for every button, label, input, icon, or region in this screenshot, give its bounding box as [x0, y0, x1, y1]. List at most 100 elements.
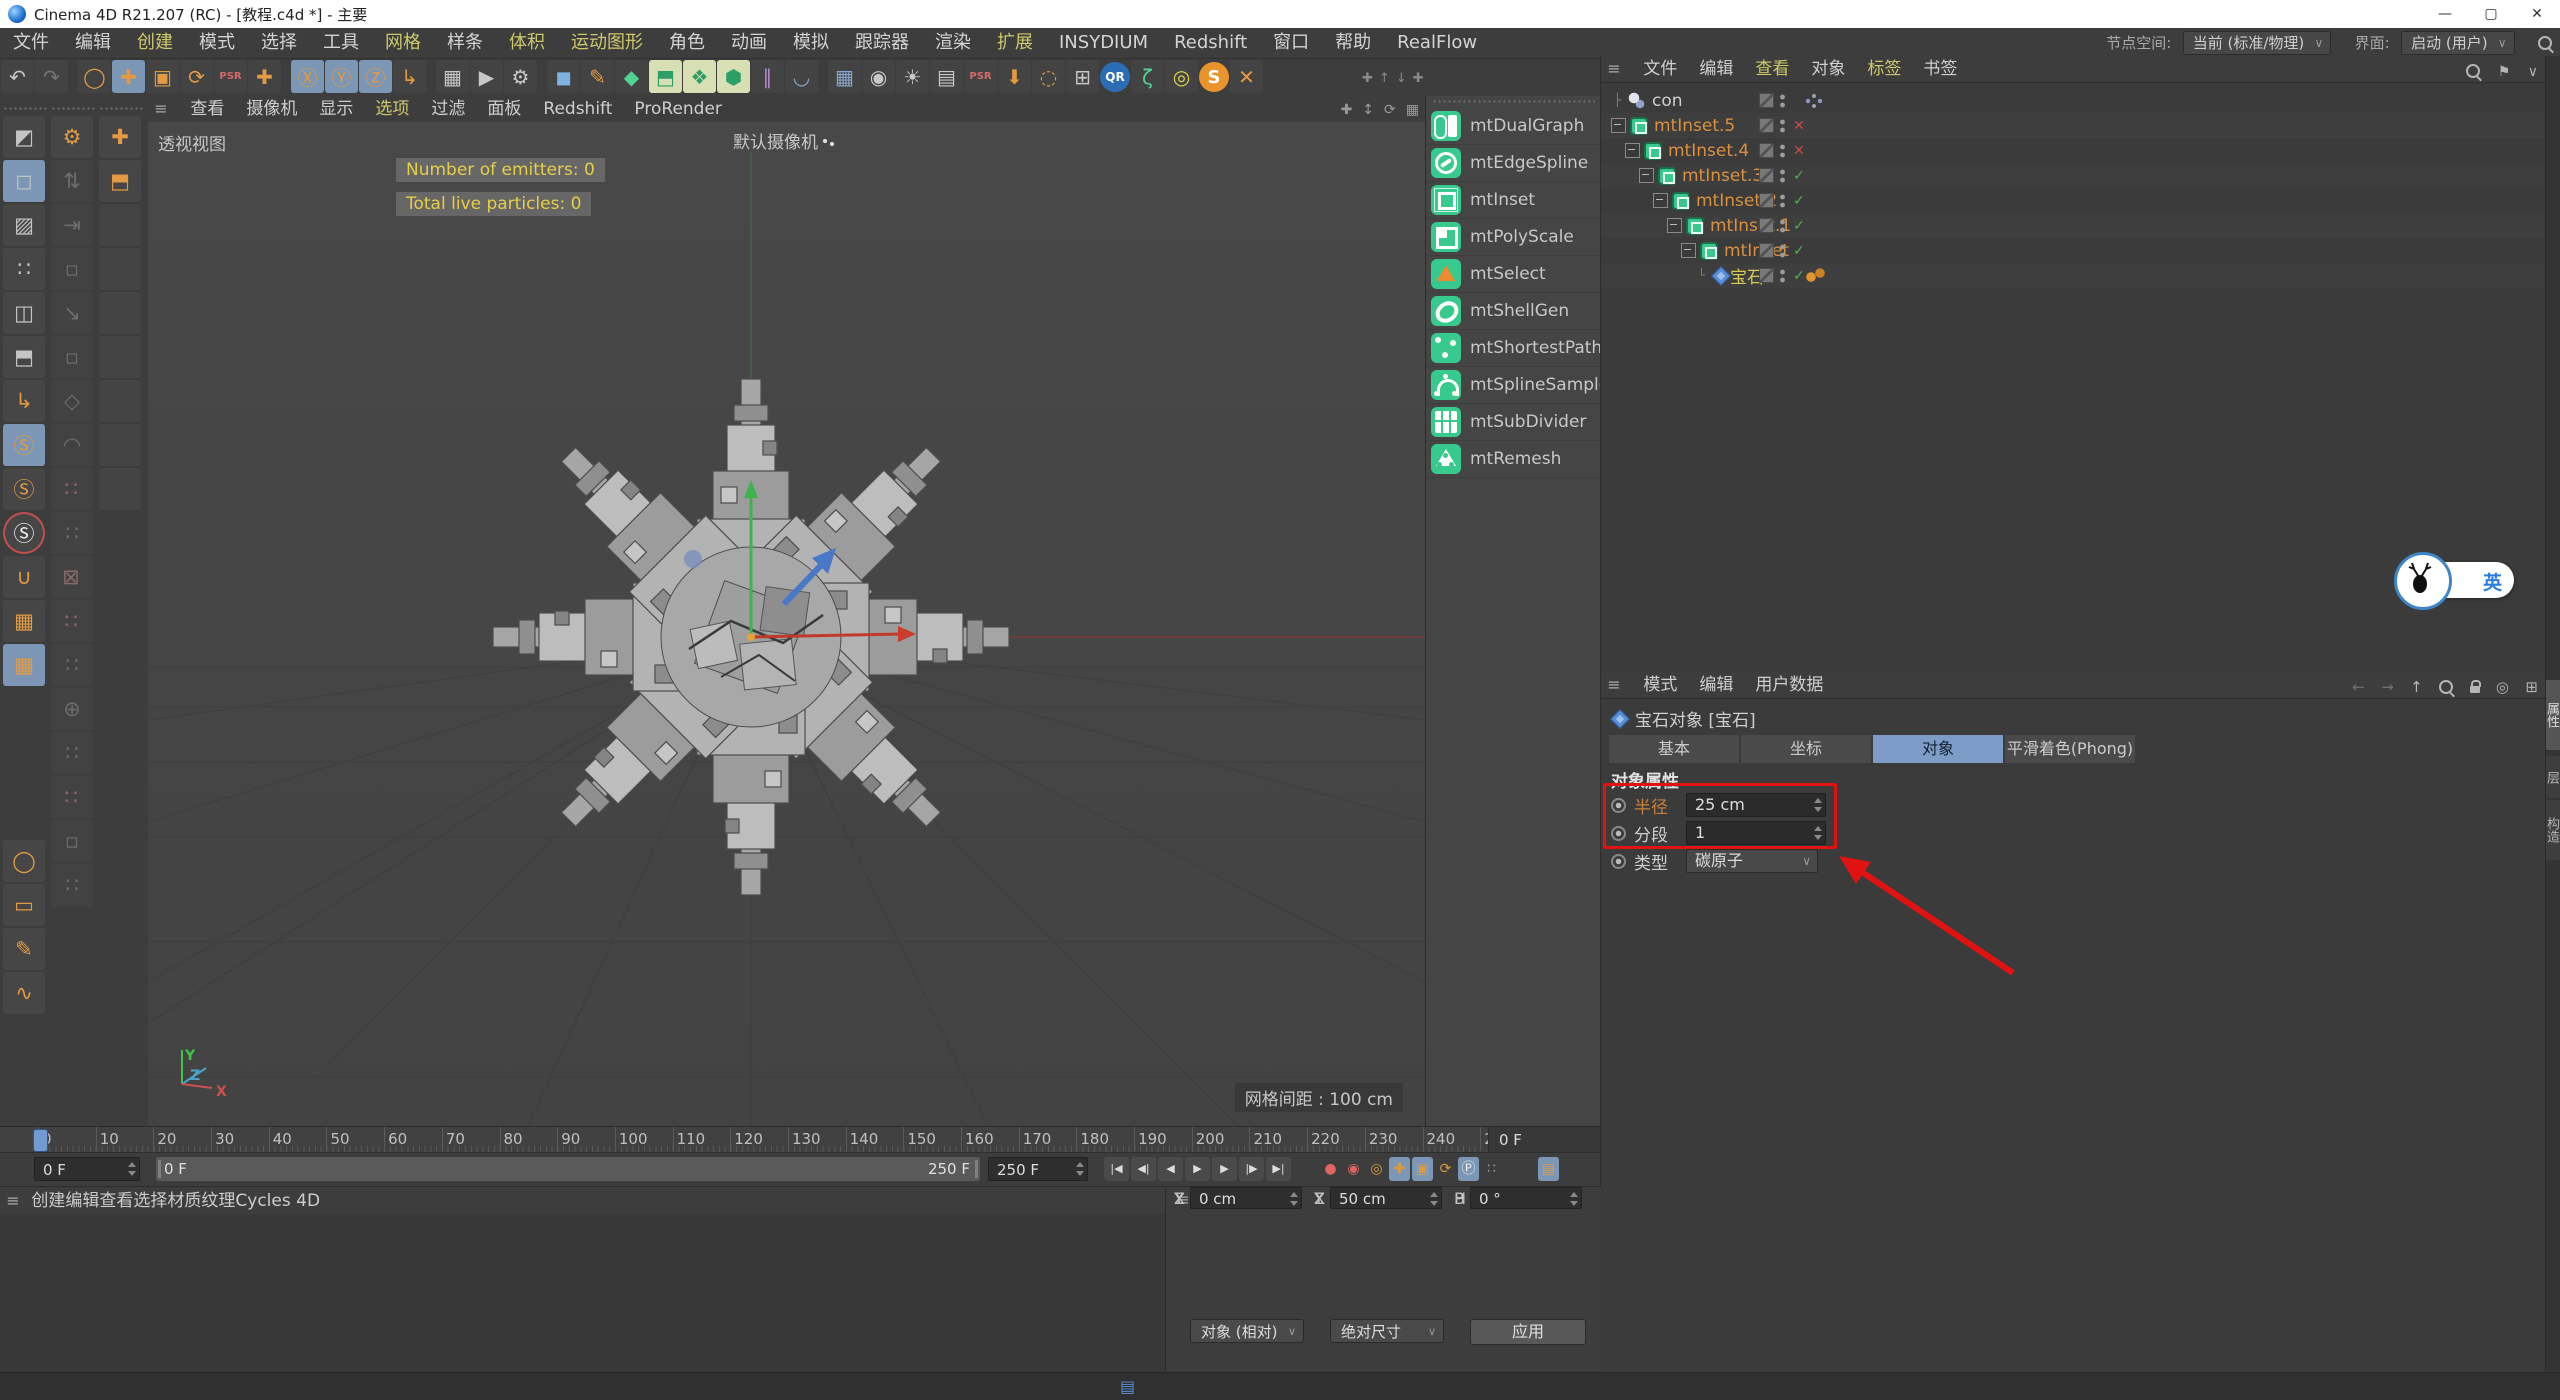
- object-tree-row[interactable]: mtInset.3 ✓: [1601, 163, 2546, 188]
- palette-gap[interactable]: [3, 688, 45, 838]
- autokey-button[interactable]: ◉: [1343, 1157, 1364, 1181]
- expand-toggle-icon[interactable]: [1639, 168, 1654, 183]
- menu-item[interactable]: 工具: [310, 28, 372, 58]
- model-mode-icon[interactable]: ◻: [3, 160, 45, 202]
- object-tag-icon[interactable]: [1805, 268, 1827, 283]
- tab-basic[interactable]: 基本: [1609, 735, 1739, 763]
- timeline-range-slider[interactable]: 0 F 250 F: [156, 1157, 980, 1181]
- panel-grip[interactable]: [1432, 99, 1595, 105]
- visibility-dots[interactable]: [1779, 192, 1786, 209]
- menu-item[interactable]: 模拟: [780, 28, 842, 58]
- extrude-icon[interactable]: ⬒: [649, 60, 682, 93]
- radius-input[interactable]: 25 cm: [1686, 793, 1826, 817]
- menu-item[interactable]: 选择: [248, 28, 310, 58]
- modeling-tool-icon[interactable]: ↘: [51, 292, 93, 334]
- tab-phong[interactable]: 平滑着色(Phong): [2005, 735, 2135, 763]
- tool-settings-icon[interactable]: ⚙: [51, 116, 93, 158]
- viewport-menu-item[interactable]: 查看: [179, 96, 235, 122]
- material-menu-item[interactable]: 材质: [167, 1191, 201, 1211]
- viewport-menu-item[interactable]: 面板: [476, 96, 532, 122]
- palette-grip[interactable]: [51, 106, 95, 112]
- goto-start-button[interactable]: |◀: [1104, 1157, 1129, 1181]
- object-axis-mode-icon[interactable]: ↳: [3, 380, 45, 422]
- record-pla-button[interactable]: ∷: [1481, 1157, 1502, 1181]
- floor-icon[interactable]: ▦: [828, 60, 861, 93]
- rotation-input[interactable]: 0 °: [1470, 1187, 1582, 1209]
- mt-plugin-item[interactable]: mtDualGraph: [1426, 108, 1601, 145]
- scale-icon[interactable]: ▣: [146, 60, 179, 93]
- modeling-tool-icon[interactable]: ▫: [51, 248, 93, 290]
- flag-icon[interactable]: ⚑: [2498, 64, 2511, 80]
- magnet-icon[interactable]: ∪: [3, 556, 45, 598]
- expand-toggle-icon[interactable]: [1667, 218, 1682, 233]
- position-input[interactable]: 0 cm: [1190, 1187, 1302, 1209]
- redo-icon[interactable]: ↷: [35, 60, 68, 93]
- s-plugin-icon[interactable]: S: [1199, 62, 1229, 92]
- menu-item[interactable]: 动画: [718, 28, 780, 58]
- spinner-icon[interactable]: [1289, 1191, 1298, 1207]
- object-manager-menu-item[interactable]: 对象: [1800, 56, 1856, 82]
- record-keyframe-button[interactable]: ●: [1320, 1157, 1341, 1181]
- record-rotation-button[interactable]: ⟳: [1435, 1157, 1456, 1181]
- qr-plugin-icon[interactable]: QR: [1100, 62, 1130, 92]
- search-icon[interactable]: [2466, 64, 2481, 78]
- jb-plugin-icon[interactable]: ζ: [1131, 60, 1164, 93]
- goto-end-button[interactable]: ▶|: [1266, 1157, 1291, 1181]
- subdivision-surface-icon[interactable]: ◆: [615, 60, 648, 93]
- menu-item[interactable]: 帮助: [1322, 28, 1384, 58]
- render-picture-viewer-icon[interactable]: ▶: [470, 60, 503, 93]
- render-settings-icon[interactable]: ⚙: [504, 60, 537, 93]
- visibility-dots[interactable]: [1779, 217, 1786, 234]
- close-button[interactable]: ✕: [2514, 0, 2560, 28]
- enable-state-icon[interactable]: ✓: [1790, 243, 1808, 259]
- volume-builder-icon[interactable]: ⬢: [717, 60, 750, 93]
- expand-toggle-icon[interactable]: [1625, 143, 1640, 158]
- next-frame-button[interactable]: ▶: [1212, 1157, 1237, 1181]
- modeling-tool-icon[interactable]: ∷: [51, 512, 93, 554]
- parent-object-icon[interactable]: ↑: [2410, 678, 2423, 696]
- menu-item[interactable]: 扩展: [984, 28, 1046, 58]
- panel-menu-icon[interactable]: ≡: [1601, 56, 1627, 82]
- last-tool-psr-icon[interactable]: PSR: [214, 60, 247, 93]
- tab-coordinates[interactable]: 坐标: [1741, 735, 1871, 763]
- viewport-canvas[interactable]: Y Z X 透视视图 默认摄像机 Number of emitters: 0 T…: [148, 122, 1425, 1126]
- rotate-view-icon[interactable]: ⟳: [1384, 102, 1396, 118]
- mt-plugin-item[interactable]: mtInset: [1426, 182, 1601, 219]
- material-menu-item[interactable]: 查看: [99, 1191, 133, 1211]
- visibility-dots[interactable]: [1779, 117, 1786, 134]
- modeling-tool-icon[interactable]: ∷: [51, 468, 93, 510]
- empty-slot[interactable]: [99, 468, 141, 510]
- palette-float-icon[interactable]: ✚: [1413, 71, 1424, 86]
- material-manager-area[interactable]: [0, 1214, 1165, 1372]
- modeling-tool-icon[interactable]: ⇅: [51, 160, 93, 202]
- bend-deformer-icon[interactable]: ◡: [785, 60, 818, 93]
- palette-down-icon[interactable]: ↓: [1396, 71, 1407, 86]
- visibility-dots[interactable]: [1779, 92, 1786, 109]
- modeling-tool-icon[interactable]: ▫: [51, 336, 93, 378]
- palette-up-icon[interactable]: ↑: [1379, 71, 1390, 86]
- drop-to-floor-icon[interactable]: ⬇: [998, 60, 1031, 93]
- snap-mode-icon[interactable]: Ⓢ: [3, 468, 45, 510]
- spinner-icon[interactable]: [1569, 1191, 1578, 1207]
- material-menu-item[interactable]: Cycles 4D: [235, 1191, 320, 1211]
- enable-state-icon[interactable]: ✓: [1790, 193, 1808, 209]
- panel-menu-icon[interactable]: ≡: [0, 1187, 26, 1215]
- palette-grip[interactable]: [3, 106, 47, 112]
- coordinate-system-icon[interactable]: ↳: [393, 60, 426, 93]
- attribute-menu-item[interactable]: 模式: [1632, 672, 1688, 698]
- attribute-menu-item[interactable]: 编辑: [1688, 672, 1744, 698]
- material-menu-item[interactable]: 纹理: [201, 1191, 235, 1211]
- type-dropdown[interactable]: 碳原子: [1686, 849, 1818, 873]
- object-tree-row[interactable]: mtInset.2 ✓: [1601, 188, 2546, 213]
- spline-smooth-icon[interactable]: ∿: [3, 972, 45, 1014]
- lasso-select-icon[interactable]: ✎: [3, 928, 45, 970]
- layer-toggle[interactable]: [1759, 93, 1774, 108]
- enable-state-icon[interactable]: ✓: [1790, 218, 1808, 234]
- separator[interactable]: [427, 60, 435, 93]
- texture-mode-icon[interactable]: ▨: [3, 204, 45, 246]
- maximize-button[interactable]: ▢: [2468, 0, 2514, 28]
- search-icon[interactable]: [2538, 36, 2552, 50]
- modeling-tool-icon[interactable]: ⊕: [51, 688, 93, 730]
- menu-item[interactable]: INSYDIUM: [1046, 28, 1161, 58]
- visibility-dots[interactable]: [1779, 142, 1786, 159]
